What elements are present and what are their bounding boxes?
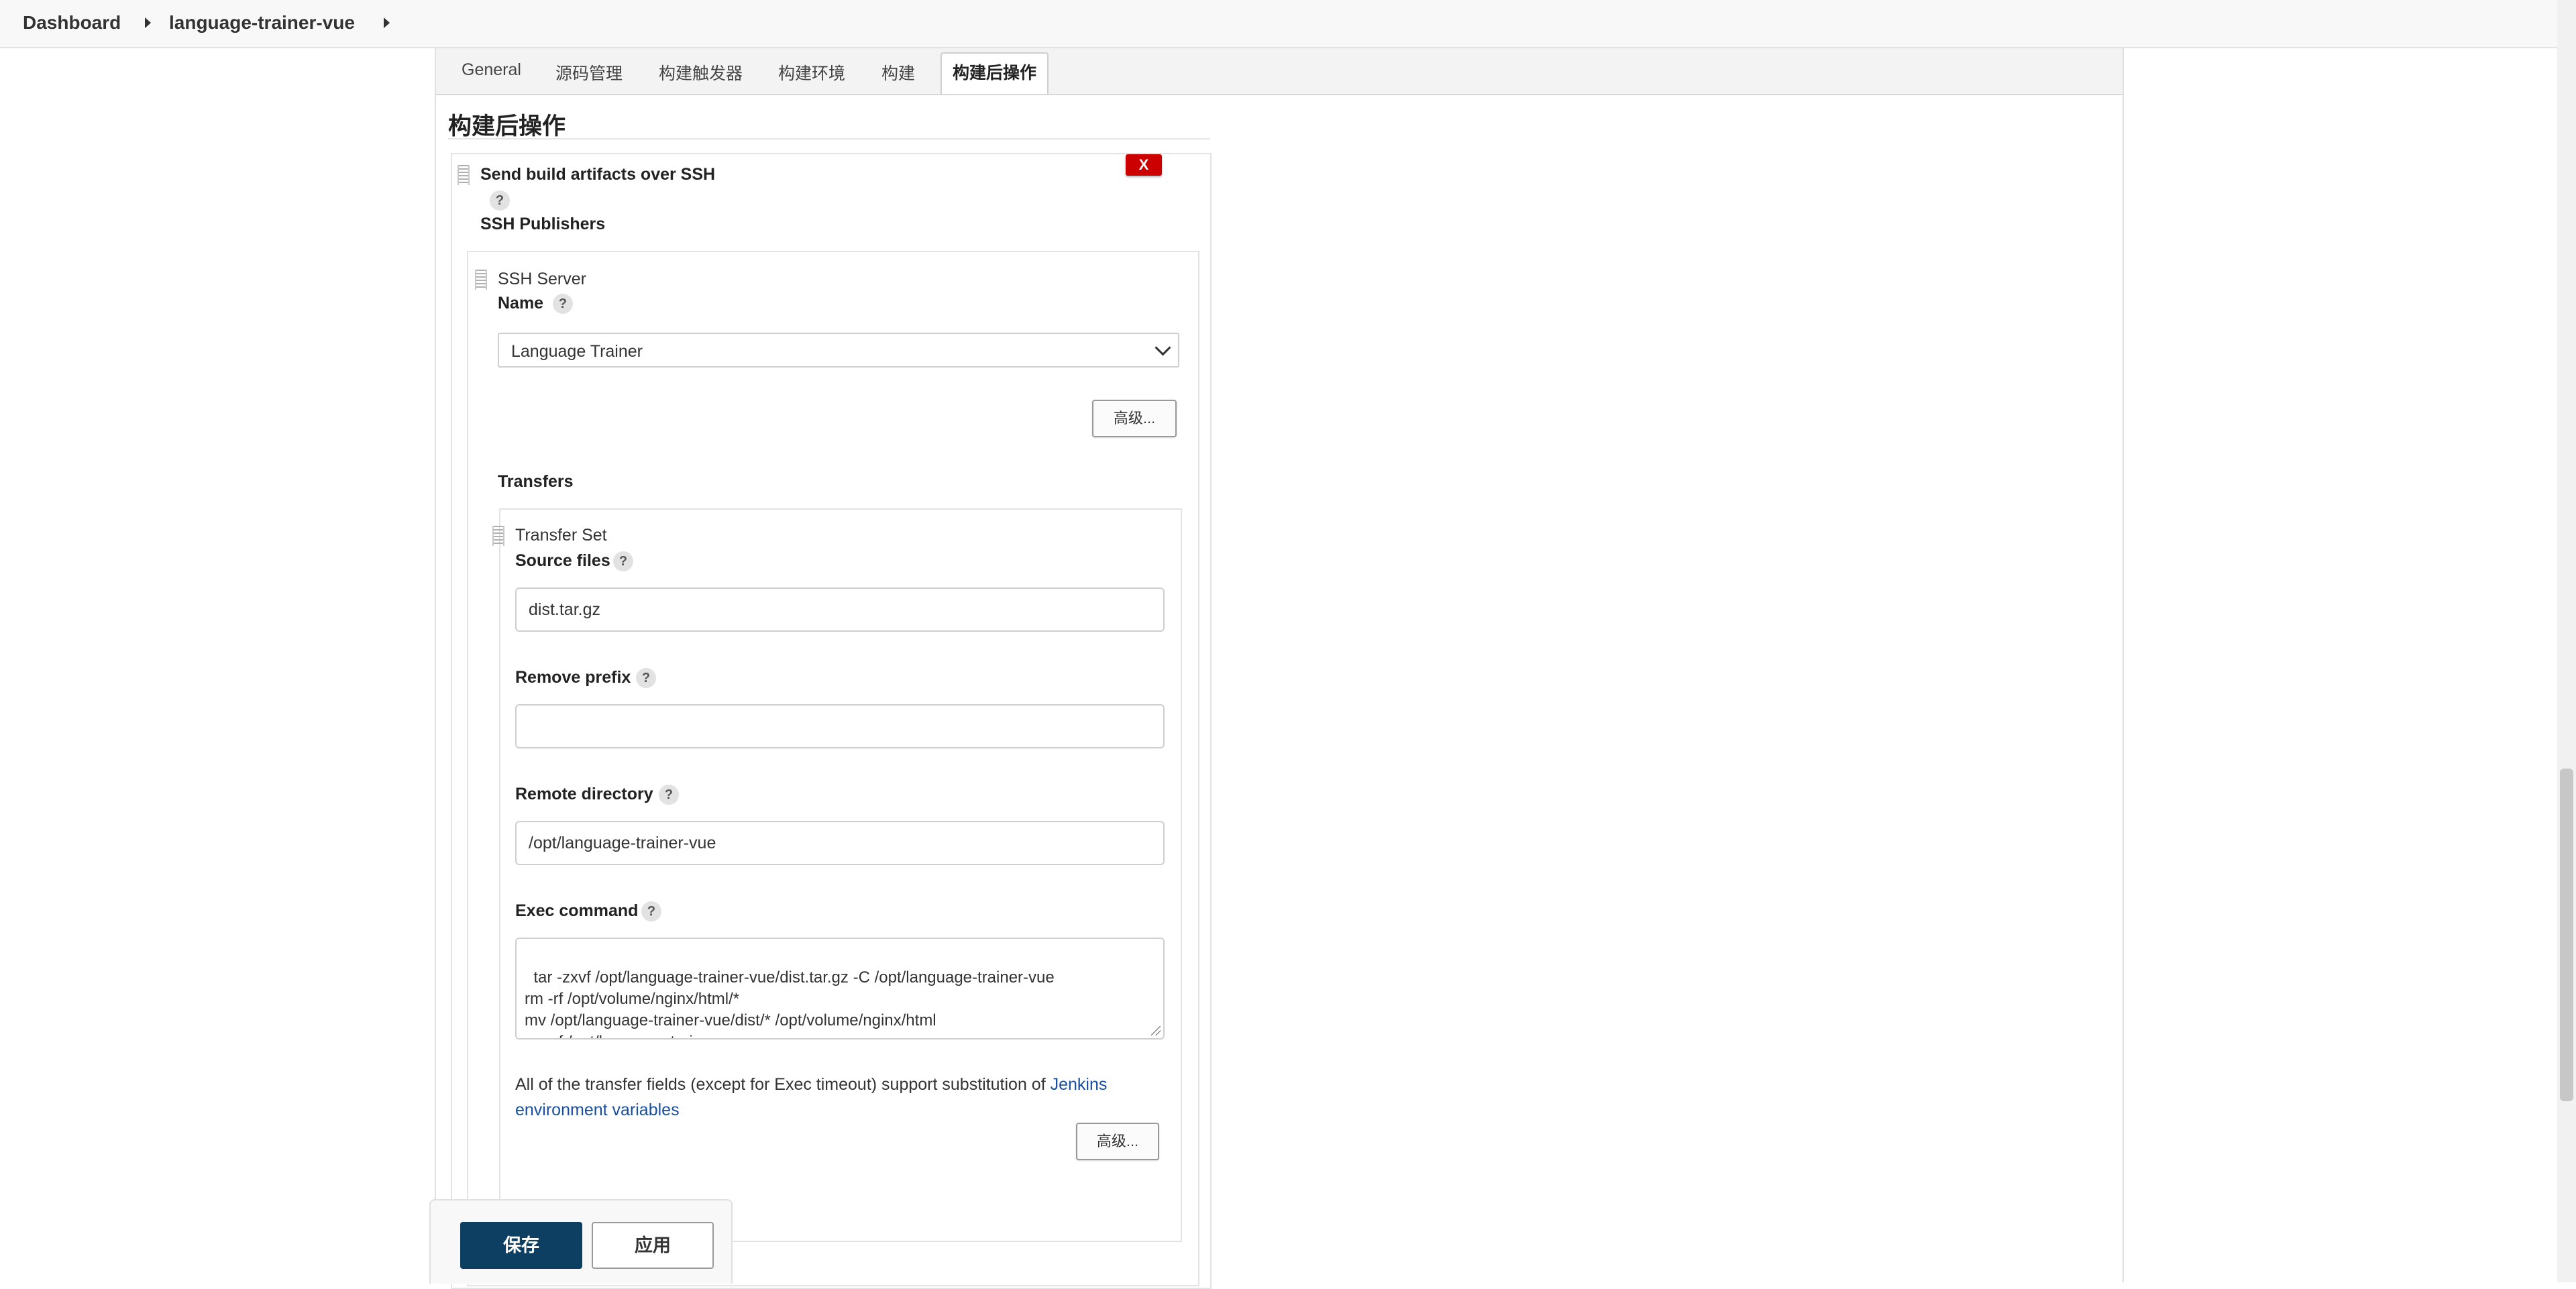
- breadcrumb-bar: Dashboard language-trainer-vue: [0, 0, 2576, 48]
- breadcrumb-separator-icon[interactable]: [145, 17, 151, 28]
- remote-directory-input[interactable]: /opt/language-trainer-vue: [515, 821, 1165, 865]
- remove-prefix-input[interactable]: [515, 704, 1165, 748]
- breadcrumb-separator-icon[interactable]: [384, 17, 390, 28]
- source-files-label: Source files: [515, 551, 610, 570]
- drag-handle-icon[interactable]: [458, 165, 470, 185]
- ssh-server-header: SSH Server: [498, 270, 586, 288]
- substitution-info-text: All of the transfer fields (except for E…: [515, 1075, 1051, 1094]
- resize-handle-icon[interactable]: [1151, 1026, 1161, 1035]
- tab-general[interactable]: General: [462, 60, 521, 80]
- server-advanced-button[interactable]: 高级...: [1092, 400, 1177, 437]
- server-name-value: Language Trainer: [511, 342, 643, 361]
- substitution-info: All of the transfer fields (except for E…: [515, 1072, 1173, 1123]
- help-icon[interactable]: ?: [553, 294, 573, 314]
- help-icon[interactable]: ?: [641, 901, 661, 921]
- breadcrumb-project[interactable]: language-trainer-vue: [169, 12, 355, 34]
- apply-button[interactable]: 应用: [592, 1222, 714, 1269]
- help-icon[interactable]: ?: [613, 551, 633, 571]
- server-name-select[interactable]: Language Trainer: [498, 333, 1179, 368]
- publisher-title: Send build artifacts over SSH: [480, 165, 716, 184]
- breadcrumb-dashboard[interactable]: Dashboard: [23, 12, 121, 34]
- save-button[interactable]: 保存: [460, 1222, 582, 1269]
- exec-command-value: tar -zxvf /opt/language-trainer-vue/dist…: [525, 968, 1055, 1038]
- ssh-publishers-label: SSH Publishers: [480, 215, 606, 233]
- transfer-set-header: Transfer Set: [515, 526, 607, 545]
- drag-handle-icon[interactable]: [492, 526, 504, 546]
- remote-directory-label: Remote directory: [515, 785, 653, 803]
- chevron-down-icon: [1155, 339, 1171, 356]
- transfer-advanced-button[interactable]: 高级...: [1076, 1123, 1159, 1160]
- tab-source-control[interactable]: 源码管理: [555, 60, 623, 85]
- exec-command-textarea[interactable]: tar -zxvf /opt/language-trainer-vue/dist…: [515, 938, 1165, 1040]
- help-icon[interactable]: ?: [659, 785, 679, 805]
- transfers-label: Transfers: [498, 472, 574, 491]
- source-files-input[interactable]: dist.tar.gz: [515, 587, 1165, 632]
- tab-post-build-actions[interactable]: 构建后操作: [941, 52, 1049, 94]
- help-icon[interactable]: ?: [636, 668, 656, 688]
- section-divider: [448, 138, 1210, 139]
- remove-prefix-label: Remove prefix: [515, 668, 631, 687]
- drag-handle-icon[interactable]: [475, 270, 487, 290]
- config-tabbar: General 源码管理 构建触发器 构建环境 构建 构建后操作: [436, 48, 2123, 95]
- tab-build-environment[interactable]: 构建环境: [778, 60, 845, 85]
- tab-build[interactable]: 构建: [881, 60, 915, 85]
- delete-publisher-button[interactable]: X: [1126, 154, 1162, 176]
- server-name-label: Name: [498, 294, 544, 313]
- exec-command-label: Exec command: [515, 901, 639, 920]
- section-title: 构建后操作: [448, 113, 566, 139]
- tab-build-triggers[interactable]: 构建触发器: [659, 60, 743, 85]
- scrollbar-thumb[interactable]: [2560, 769, 2573, 1101]
- help-icon[interactable]: ?: [490, 190, 510, 211]
